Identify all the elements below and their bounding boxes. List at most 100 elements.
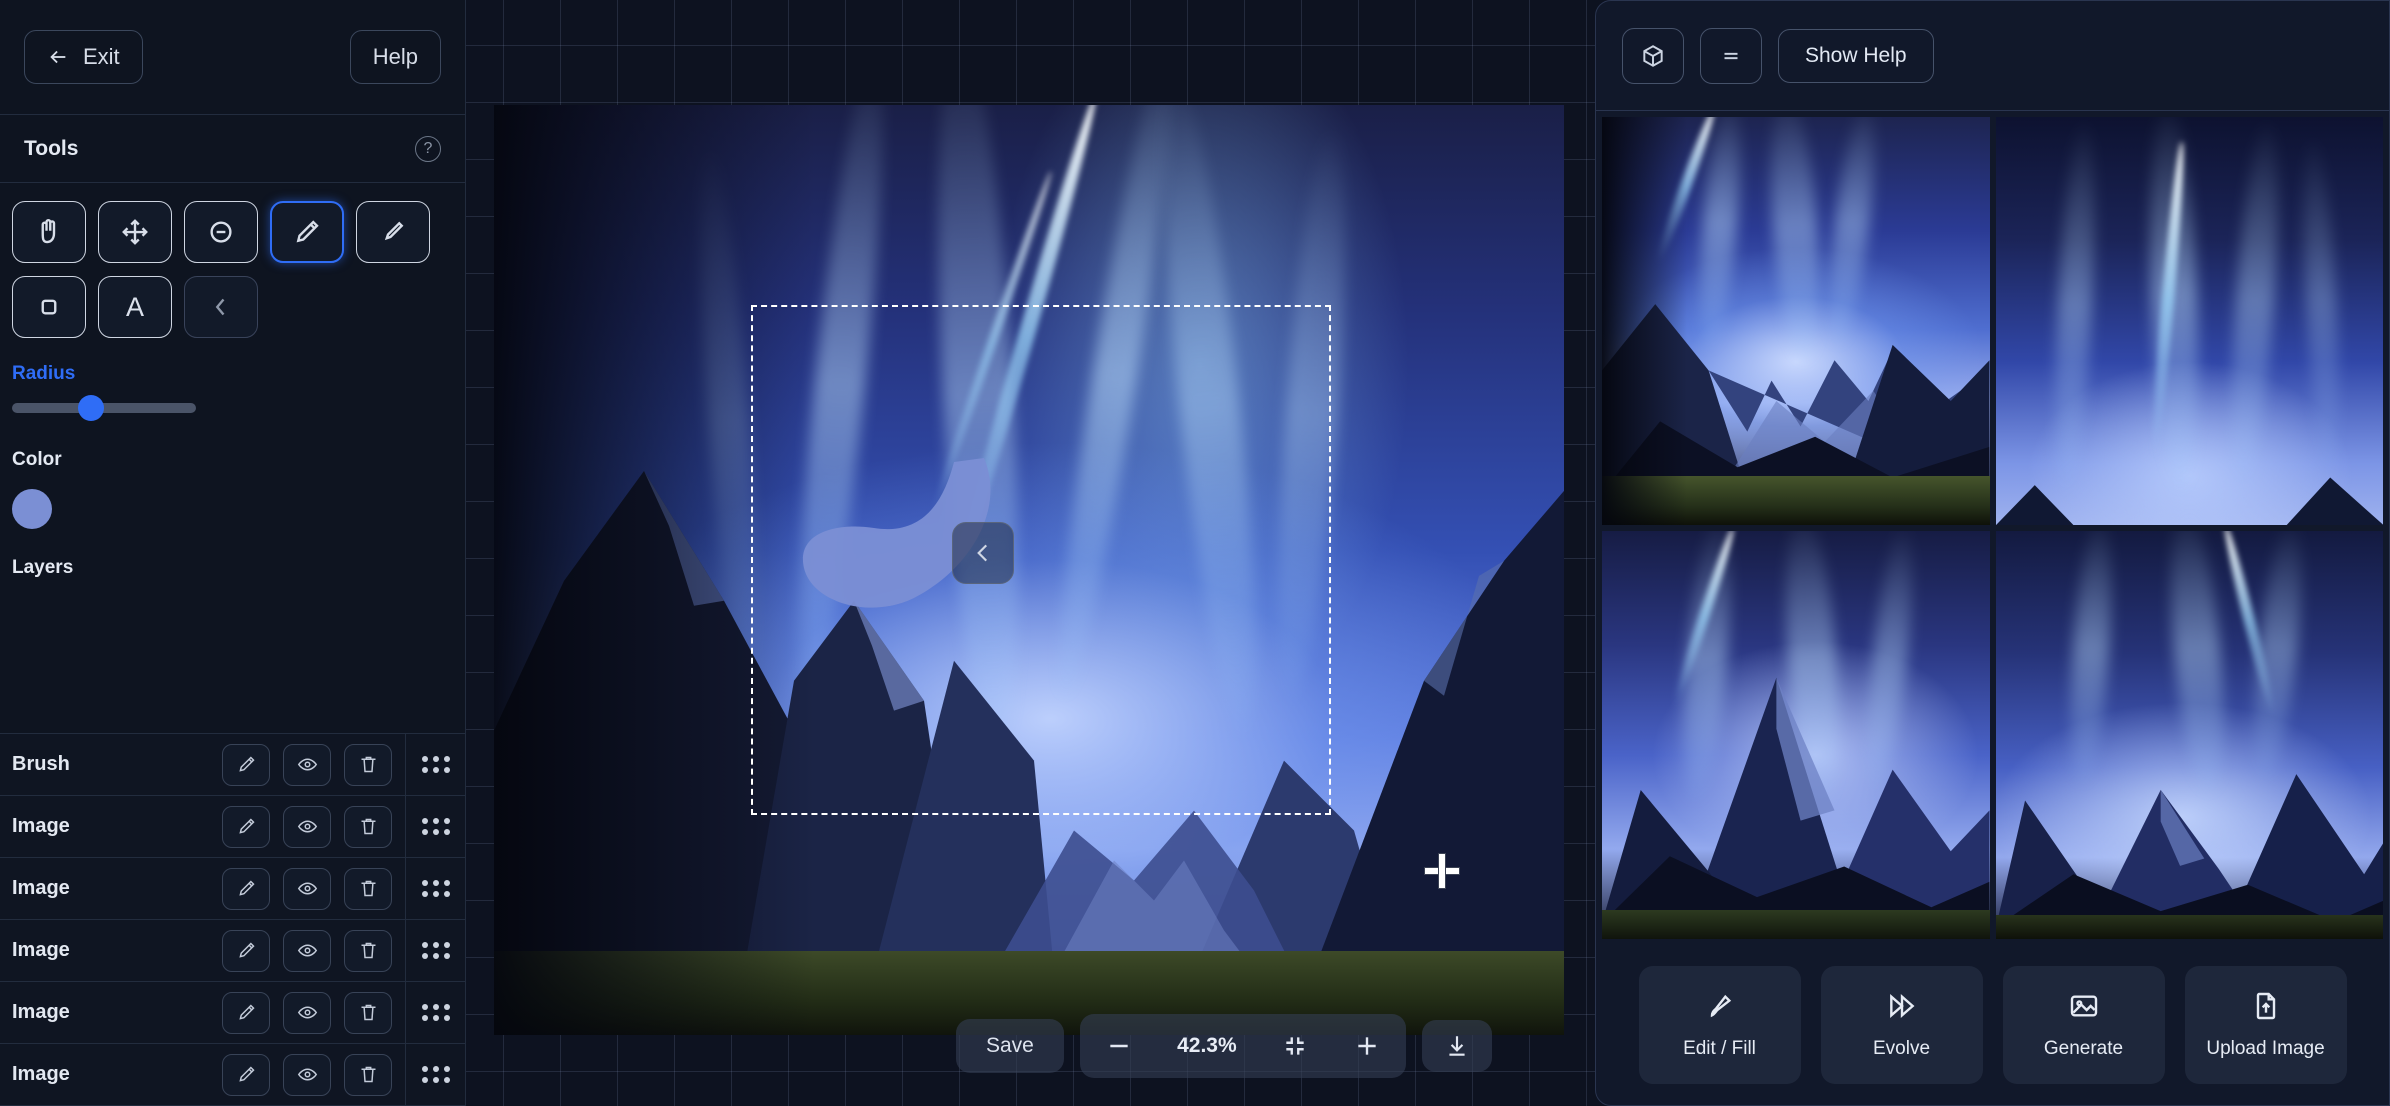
eye-icon (297, 758, 317, 771)
toggle-visibility-button[interactable] (283, 991, 331, 1034)
drag-handle-icon[interactable] (405, 733, 465, 796)
action-label: Edit / Fill (1683, 1038, 1756, 1059)
color-label: Color (12, 449, 62, 470)
fit-to-screen-icon (1286, 1037, 1304, 1055)
delete-layer-button[interactable] (344, 867, 392, 910)
show-help-button[interactable]: Show Help (1778, 28, 1934, 83)
question-circle-icon[interactable]: ? (415, 135, 441, 162)
generate-button[interactable]: Generate (2002, 966, 2165, 1084)
cube-view-button[interactable] (1622, 27, 1684, 84)
brush-icon (1710, 994, 1731, 1018)
artboard[interactable] (494, 105, 1564, 1035)
right-panel-header: Show Help (1596, 1, 2389, 111)
trash-icon (361, 942, 375, 959)
help-button[interactable]: Help (349, 30, 441, 84)
drag-handle-icon[interactable] (405, 981, 465, 1044)
delete-layer-button[interactable] (344, 743, 392, 786)
previous-image-button[interactable] (952, 522, 1014, 584)
delete-layer-button[interactable] (344, 929, 392, 972)
evolve-button[interactable]: Evolve (1820, 966, 1983, 1084)
layer-row[interactable]: Image (0, 795, 465, 858)
eye-icon (297, 944, 317, 957)
drag-handle-icon[interactable] (405, 919, 465, 982)
delete-layer-button[interactable] (344, 991, 392, 1034)
toggle-visibility-button[interactable] (283, 867, 331, 910)
thumbnail-3[interactable] (1602, 531, 1990, 939)
image-icon (2070, 995, 2097, 1017)
layer-name: Image (12, 815, 70, 837)
hand-tool[interactable] (12, 201, 86, 263)
layer-name: Image (12, 1063, 70, 1085)
thumbnail-1[interactable] (1602, 117, 1990, 525)
tools-row-1 (12, 201, 453, 263)
minus-icon (1110, 1044, 1128, 1048)
layers-label: Layers (12, 557, 74, 578)
left-sidebar: Exit Help Tools ? A Radius Color Layers … (0, 0, 466, 1106)
crosshair-cursor (1421, 850, 1463, 892)
chevron-left-icon (977, 544, 988, 562)
text-tool[interactable]: A (98, 276, 172, 338)
toggle-visibility-button[interactable] (283, 805, 331, 848)
zoom-controls: 42.3% (1079, 1014, 1406, 1078)
action-label: Evolve (1872, 1038, 1931, 1059)
toggle-visibility-button[interactable] (283, 1053, 331, 1096)
right-panel-actions: Edit / Fill Evolve Generate Upload Image (1596, 945, 2389, 1105)
eyedropper-tool[interactable] (356, 201, 430, 263)
edit-layer-button[interactable] (222, 991, 270, 1034)
chevron-left-icon (215, 298, 225, 316)
radius-slider[interactable] (12, 395, 196, 421)
layer-row[interactable]: Image (0, 1043, 465, 1106)
shape-tool[interactable] (12, 276, 86, 338)
tools-row-2: A (12, 276, 453, 338)
layer-name: Image (12, 877, 70, 899)
sidebar-header: Exit Help (0, 0, 465, 115)
trash-icon (361, 880, 375, 897)
exit-button[interactable]: Exit (24, 30, 143, 84)
upload-image-button[interactable]: Upload Image (2184, 966, 2347, 1084)
delete-layer-button[interactable] (344, 805, 392, 848)
collapse-tools-button[interactable] (184, 276, 258, 338)
edit-layer-button[interactable] (222, 743, 270, 786)
pencil-tool[interactable] (270, 201, 344, 263)
layer-row[interactable]: Image (0, 857, 465, 920)
layer-name: Image (12, 939, 70, 961)
layer-row[interactable]: Image (0, 919, 465, 982)
toggle-visibility-button[interactable] (283, 929, 331, 972)
edit-layer-button[interactable] (222, 867, 270, 910)
fast-forward-icon (1889, 994, 1914, 1018)
action-label: Generate (2043, 1038, 2124, 1059)
color-swatch[interactable] (12, 489, 52, 529)
zoom-in-button[interactable] (1344, 1024, 1390, 1068)
edit-layer-button[interactable] (222, 929, 270, 972)
save-button[interactable]: Save (956, 1019, 1064, 1073)
download-icon (1449, 1036, 1465, 1056)
right-panel: Show Help Edit / Fill Evolve Generate Up… (1595, 0, 2390, 1106)
eraser-tool[interactable] (184, 201, 258, 263)
thumbnail-4[interactable] (1995, 531, 2383, 939)
delete-layer-button[interactable] (344, 1053, 392, 1096)
zoom-out-button[interactable] (1096, 1024, 1142, 1068)
move-arrows-icon (122, 219, 148, 245)
move-tool[interactable] (98, 201, 172, 263)
edit-layer-button[interactable] (222, 805, 270, 848)
thumbnail-grid (1596, 111, 2389, 945)
drag-handle-icon[interactable] (405, 857, 465, 920)
edit-fill-button[interactable]: Edit / Fill (1638, 966, 1801, 1084)
menu-button[interactable] (1700, 27, 1762, 84)
trash-icon (361, 1066, 375, 1083)
drag-handle-icon[interactable] (405, 1043, 465, 1106)
edit-layer-button[interactable] (222, 1053, 270, 1096)
radius-property: Radius (0, 357, 465, 443)
toggle-visibility-button[interactable] (283, 743, 331, 786)
bottom-toolbar: Save 42.3% (956, 1014, 1492, 1078)
cube-icon (1643, 44, 1663, 67)
tools-palette: A (0, 183, 465, 357)
fit-to-screen-button[interactable] (1272, 1024, 1318, 1068)
drag-handle-icon[interactable] (405, 795, 465, 858)
layer-row[interactable]: Brush (0, 733, 465, 796)
download-button[interactable] (1421, 1020, 1492, 1072)
thumbnail-2[interactable] (1995, 117, 2383, 525)
circle-minus-icon (210, 221, 232, 243)
layer-row[interactable]: Image (0, 981, 465, 1044)
radius-slider-knob[interactable] (78, 395, 104, 421)
